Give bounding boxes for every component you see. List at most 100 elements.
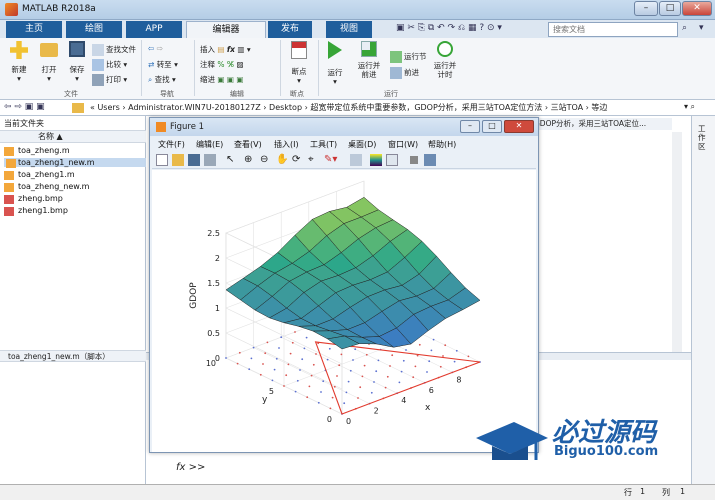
run-button[interactable]: 运行 ▾: [322, 41, 348, 86]
tab-apps[interactable]: APP: [126, 21, 182, 38]
rotate-icon[interactable]: ⟳: [292, 154, 304, 166]
print-button[interactable]: 打印 ▾: [92, 74, 127, 86]
floor-dot: [238, 351, 241, 354]
data-cursor-icon[interactable]: ⌖: [308, 154, 320, 166]
path-dropdown-icon[interactable]: ▾ ⌕: [684, 102, 695, 112]
floor-dot: [305, 336, 308, 339]
floor-dot: [283, 385, 285, 387]
dock-icon[interactable]: [424, 154, 436, 166]
z-tick-label: 2: [215, 254, 220, 263]
pan-icon[interactable]: ✋: [276, 154, 288, 166]
figure-maximize-button[interactable]: □: [482, 120, 502, 133]
m-file-icon: [4, 147, 14, 156]
link-icon[interactable]: [350, 154, 362, 166]
floor-dot: [384, 386, 387, 389]
new-figure-icon[interactable]: [156, 154, 168, 166]
back-forward-buttons[interactable]: ⇦ ⇨: [148, 44, 163, 53]
print-icon: [92, 74, 104, 86]
find-files-button[interactable]: 查找文件: [92, 44, 136, 56]
floor-dot: [287, 363, 290, 366]
find-button[interactable]: ⌕ 查找 ▾: [148, 74, 176, 85]
run-advance-button[interactable]: 运行并 前进: [352, 41, 386, 79]
comment-icon: %: [217, 60, 225, 69]
nav-arrows-icon[interactable]: ⇦ ⇨ ▣ ▣: [4, 102, 45, 112]
file-item[interactable]: zheng1.bmp: [4, 206, 68, 216]
minimize-ribbon-icon[interactable]: ▾: [699, 23, 704, 33]
floor-dot: [331, 396, 334, 399]
hide-tools-icon[interactable]: [410, 156, 418, 164]
x-tick-label: 2: [374, 407, 379, 416]
editor-scrollbar[interactable]: [672, 132, 682, 352]
floor-dot: [467, 355, 470, 358]
floor-dot: [248, 368, 251, 371]
command-prompt[interactable]: fx >>: [176, 462, 205, 473]
run-time-icon: [437, 41, 453, 57]
file-item[interactable]: toa_zheng.m: [4, 146, 70, 156]
run-time-button[interactable]: 运行并 计时: [428, 41, 462, 79]
insert-button[interactable]: 插入 ▤ fx ▥ ▾: [200, 44, 251, 55]
comment-button[interactable]: 注释 % %̸ ▨: [200, 59, 244, 70]
figure-window[interactable]: Figure 1 – □ ✕ 文件(F) 编辑(E) 查看(V) 插入(I) 工…: [149, 117, 539, 453]
tab-publish[interactable]: 发布: [268, 21, 312, 38]
save-icon: [69, 41, 85, 57]
goto-button[interactable]: ⇄ 转至 ▾: [148, 59, 178, 70]
x-tick-label: 8: [456, 375, 461, 384]
advance-button[interactable]: 前进: [390, 67, 419, 79]
legend-icon[interactable]: [386, 154, 398, 166]
menu-edit[interactable]: 编辑(E): [196, 139, 223, 150]
ribbon: 新建 ▾ 打开 ▾ 保存 ▾ 查找文件 比较 ▾ 打印 ▾ 文件 ⇦ ⇨ ⇄ 转至 ▾…: [0, 38, 715, 100]
minimize-button[interactable]: –: [634, 1, 658, 16]
print-icon[interactable]: [204, 154, 216, 166]
insert-icon: ▤: [217, 45, 225, 54]
pointer-icon[interactable]: ↖: [226, 154, 238, 166]
zoom-in-icon[interactable]: ⊕: [244, 154, 256, 166]
file-item[interactable]: zheng.bmp: [4, 194, 63, 204]
menu-tools[interactable]: 工具(T): [310, 139, 337, 150]
floor-dot: [338, 364, 341, 367]
new-button[interactable]: 新建 ▾: [6, 41, 32, 83]
current-path[interactable]: « Users › Administrator.WIN7U-20180127Z …: [90, 102, 680, 113]
qa-icons[interactable]: ▣ ✂ ⎘ ⧉ ↶ ↷ ⎌ ▦ ? ⊙ ▾: [396, 23, 502, 33]
run-section-button[interactable]: 运行节: [390, 51, 427, 63]
menu-help[interactable]: 帮助(H): [428, 139, 456, 150]
menu-desktop[interactable]: 桌面(D): [348, 139, 376, 150]
open-button[interactable]: 打开 ▾: [36, 41, 62, 83]
save-button[interactable]: 保存 ▾: [64, 41, 90, 83]
editor-tab[interactable]: GDOP分析，采用三站TOA定位...: [534, 118, 672, 130]
file-item[interactable]: toa_zheng1.m: [4, 170, 75, 180]
open-icon[interactable]: [172, 154, 184, 166]
indent-button[interactable]: 缩进 ▣ ▣ ▣: [200, 74, 243, 85]
file-item[interactable]: toa_zheng_new.m: [4, 182, 89, 192]
floor-dot: [349, 369, 352, 372]
tab-editor[interactable]: 编辑器: [186, 21, 266, 38]
figure-title-bar[interactable]: Figure 1 – □ ✕: [150, 118, 538, 136]
search-input[interactable]: [548, 22, 678, 37]
figure-title: Figure 1: [170, 122, 205, 132]
search-icon[interactable]: ⌕: [682, 23, 696, 36]
figure-minimize-button[interactable]: –: [460, 120, 480, 133]
zoom-out-icon[interactable]: ⊖: [260, 154, 272, 166]
tab-view[interactable]: 视图: [326, 21, 372, 38]
compare-button[interactable]: 比较 ▾: [92, 59, 127, 71]
column-header[interactable]: 名称 ▲: [0, 130, 146, 143]
brush-icon[interactable]: ✎▾: [324, 154, 337, 166]
menu-file[interactable]: 文件(F): [158, 139, 185, 150]
file-item-selected[interactable]: toa_zheng1_new.m: [4, 158, 146, 168]
breakpoints-button[interactable]: 断点 ▾: [286, 41, 312, 85]
save-icon[interactable]: [188, 154, 200, 166]
tab-plots[interactable]: 绘图: [66, 21, 122, 38]
close-button[interactable]: ✕: [682, 1, 712, 16]
menu-view[interactable]: 查看(V): [234, 139, 262, 150]
figure-close-button[interactable]: ✕: [504, 120, 534, 133]
floor-dot: [414, 365, 417, 368]
colorbar-icon[interactable]: [370, 154, 382, 166]
maximize-button[interactable]: □: [659, 1, 681, 16]
floor-dot: [312, 363, 315, 366]
run-section-icon: [390, 51, 402, 63]
menu-insert[interactable]: 插入(I): [274, 139, 299, 150]
menu-window[interactable]: 窗口(W): [388, 139, 418, 150]
floor-dot: [310, 374, 313, 377]
tab-home[interactable]: 主页: [6, 21, 62, 38]
floor-dot: [259, 373, 262, 376]
bmp-file-icon: [4, 195, 14, 204]
